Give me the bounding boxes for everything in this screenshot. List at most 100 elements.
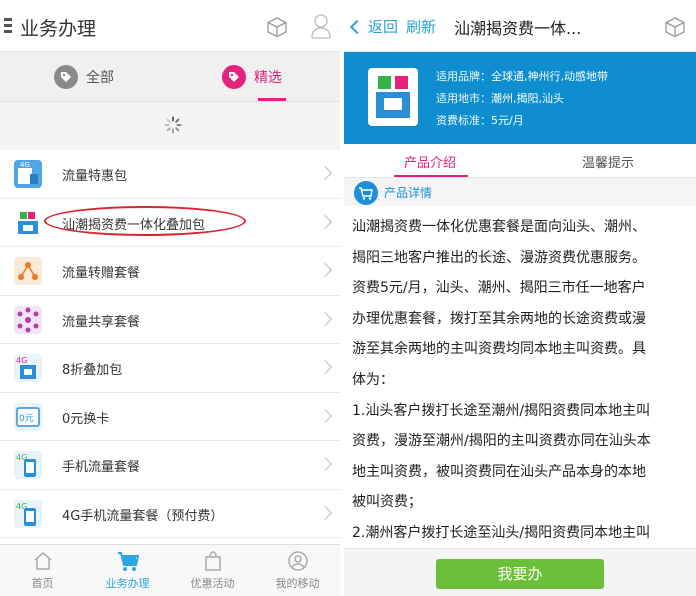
list-item[interactable]: 4G 4G手机流量套餐（预付费） (0, 489, 340, 538)
business-panel: 业务办理 全部 精选 4G 流量特惠包 汕潮揭资费一体化叠加包 流量转赠套餐 流… (0, 0, 340, 596)
brand-key: 适用品牌： (436, 70, 491, 83)
brand-info: 适用品牌：全球通,神州行,动感地带 (436, 68, 608, 84)
transfer-icon (14, 257, 42, 285)
apply-button[interactable]: 我要办 (436, 559, 604, 589)
chevron-right-icon (317, 214, 333, 229)
page-title: 业务办理 (20, 18, 97, 40)
detail-title: 汕潮揭资费一体... (454, 19, 582, 38)
refresh-button[interactable]: 刷新 (406, 16, 436, 37)
detail-tabs: 产品介绍 温馨提示 (344, 144, 696, 178)
list-item-label: 手机流量套餐 (62, 460, 141, 475)
tab-featured-label: 精选 (254, 70, 282, 86)
active-tab-indicator (394, 175, 468, 177)
tab-all-label: 全部 (86, 70, 114, 86)
sim-card-icon: 0元 (14, 402, 42, 431)
menu-icon[interactable] (4, 18, 12, 34)
svg-text:4G: 4G (20, 161, 30, 169)
region-key: 适用地市： (436, 92, 491, 105)
description-line: 揭阳三地客户推出的长途、漫游资费优惠服务。 (352, 249, 646, 266)
list-item[interactable]: 流量转赠套餐 (0, 247, 340, 296)
bottom-nav: 首页 业务办理 优惠活动 我的移动 (0, 544, 340, 596)
detail-section-title: 产品详情 (384, 186, 433, 200)
description-line: 体为： (352, 371, 394, 388)
list-item-label: 流量共享套餐 (62, 314, 141, 330)
list-item-label: 4G手机流量套餐（预付费） (62, 508, 224, 524)
description-line: 资费，漫游至潮州/揭阳的主叫资费亦同在汕头本 (352, 433, 651, 450)
fee-info: 资费标准：5元/月 (436, 112, 524, 128)
nav-business-label: 业务办理 (105, 577, 150, 590)
description-line: 被叫资费； (352, 494, 422, 511)
share-icon (14, 305, 42, 334)
chevron-right-icon (317, 408, 333, 423)
svg-text:0元: 0元 (19, 414, 34, 424)
detail-header: 返回 刷新 汕潮揭资费一体... (344, 0, 696, 52)
brand-value: 全球通,神州行,动感地带 (491, 70, 608, 83)
list-item-label: 流量转赠套餐 (62, 266, 141, 281)
loading-spinner-icon (164, 116, 182, 134)
list-item[interactable]: 流量共享套餐 (0, 295, 340, 344)
cart-icon (354, 181, 378, 205)
category-tabs: 全部 精选 (0, 52, 340, 102)
back-label: 返回 (368, 18, 399, 36)
list-item[interactable]: 4G 8折叠加包 (0, 344, 340, 393)
product-detail-panel: 返回 刷新 汕潮揭资费一体... 适用品牌：全球通,神州行,动感地带 适用地市：… (344, 0, 696, 596)
description-line: 办理优惠套餐，拨打至其余两地的长途资费或漫 (352, 310, 646, 327)
region-info: 适用地市：潮州,揭阳,汕头 (436, 90, 564, 106)
cube-icon[interactable] (664, 16, 686, 38)
detail-section-header: 产品详情 (344, 178, 696, 206)
cart-icon (117, 552, 139, 571)
nav-offers[interactable]: 优惠活动 (170, 545, 255, 596)
phone-data-prepaid-icon: 4G (14, 499, 42, 528)
list-item[interactable]: 4G 手机流量套餐 (0, 441, 340, 490)
data-package-icon: 4G (14, 160, 42, 188)
active-tab-indicator (258, 98, 286, 101)
nav-business[interactable]: 业务办理 (85, 545, 170, 596)
chevron-right-icon (317, 359, 333, 375)
tab-product-intro[interactable]: 产品介绍 (404, 152, 456, 171)
fee-key: 资费标准： (436, 114, 491, 127)
nav-offers-label: 优惠活动 (190, 577, 235, 590)
home-icon (34, 552, 51, 570)
description-line: 2.潮州客户拨打长途至汕头/揭阳资费同本地主叫 (352, 524, 651, 541)
left-header: 业务办理 (0, 0, 340, 52)
profile-icon (287, 551, 308, 571)
nav-my-mobile[interactable]: 我的移动 (255, 545, 340, 596)
back-button[interactable]: 返回 (349, 16, 399, 37)
nav-home[interactable]: 首页 (0, 545, 85, 596)
tab-all[interactable]: 全部 (54, 65, 114, 89)
nav-my-mobile-label: 我的移动 (275, 577, 320, 590)
chevron-right-icon (317, 262, 333, 278)
chevron-right-icon (317, 456, 333, 472)
chevron-right-icon (317, 165, 333, 181)
shopping-bag-icon (204, 551, 221, 571)
phone-data-icon: 4G (14, 451, 42, 479)
cube-icon[interactable] (266, 16, 288, 38)
description-line: 地主叫资费，被叫资费同在汕头产品本身的本地 (352, 463, 646, 480)
region-value: 潮州,揭阳,汕头 (491, 92, 564, 105)
chevron-right-icon (317, 505, 333, 520)
gift-box-icon (14, 208, 42, 237)
fee-value: 5元/月 (491, 114, 524, 127)
chevron-left-icon (349, 19, 365, 34)
tab-featured[interactable]: 精选 (222, 65, 282, 89)
product-image (368, 68, 418, 126)
tag-icon (54, 65, 78, 89)
action-footer: 我要办 (344, 548, 696, 596)
tab-tips[interactable]: 温馨提示 (582, 152, 634, 171)
list-item[interactable]: 4G 流量特惠包 (0, 150, 340, 199)
chevron-right-icon (317, 311, 333, 326)
list-item-label: 流量特惠包 (62, 169, 128, 184)
description-line: 游至其余两地的主叫资费均同本地主叫资费。具 (352, 341, 646, 358)
svg-text:4G: 4G (16, 356, 27, 365)
product-banner: 适用品牌：全球通,神州行,动感地带 适用地市：潮州,揭阳,汕头 资费标准：5元/… (344, 52, 696, 144)
description-line: 1.汕头客户拨打长途至潮州/揭阳资费同本地主叫 (352, 402, 651, 419)
description-line: 资费5元/月，汕头、潮州、揭阳三市任一地客户 (352, 280, 646, 297)
discount-package-icon: 4G (14, 354, 42, 382)
product-description: 汕潮揭资费一体化优惠套餐是面向汕头、潮州、 揭阳三地客户推出的长途、漫游资费优惠… (352, 212, 692, 549)
highlight-annotation (44, 206, 246, 236)
list-item[interactable]: 0元 0元换卡 (0, 392, 340, 441)
user-icon[interactable] (310, 12, 332, 40)
list-item-label: 0元换卡 (62, 411, 110, 427)
list-item-label: 8折叠加包 (62, 363, 123, 378)
description-line: 汕潮揭资费一体化优惠套餐是面向汕头、潮州、 (352, 219, 646, 235)
